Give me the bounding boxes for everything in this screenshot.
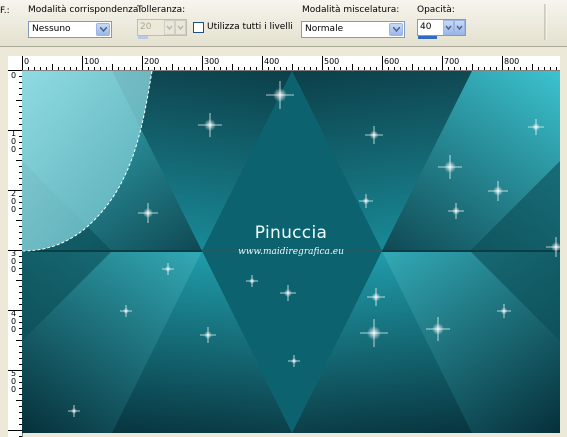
opacity-spin-buttons[interactable] [443,20,465,35]
opacity-level-bar [418,36,437,39]
match-mode-label: Modalità corrispondenza: [28,5,142,15]
image-canvas[interactable]: Pinuccia www.maidiregrafica.eu [22,71,560,433]
h-ruler-label: 500 [324,57,340,66]
watermark-title: Pinuccia [254,223,328,243]
v-ruler-label: 0 [10,71,17,80]
tolerance-level-bar [138,36,148,39]
tolerance-spin-buttons[interactable] [164,20,186,35]
h-ruler-label: 0 [24,57,30,66]
h-ruler-label: 600 [384,57,400,66]
match-mode-value: Nessuno [32,24,71,34]
spin-down-icon[interactable] [164,20,175,35]
v-ruler-label: 300 [10,249,17,274]
use-all-layers-checkbox[interactable] [193,22,204,33]
h-ruler-label: 700 [444,57,460,66]
h-ruler-label: 100 [84,57,100,66]
match-mode-select[interactable]: Nessuno [28,21,112,38]
use-all-layers-label: Utilizza tutti i livelli [207,22,293,32]
opacity-label: Opacità: [417,5,455,15]
chevron-down-icon[interactable] [96,23,110,36]
blend-mode-label: Modalità miscelatura: [302,5,400,15]
opacity-value: 40 [420,22,432,32]
tolerance-value: 20 [140,22,152,32]
chevron-down-icon[interactable] [454,20,465,35]
v-ruler-label: 100 [10,129,17,154]
horizontal-ruler: 0 100 200 300 400 500 600 700 800 [8,56,560,71]
tolerance-spinner[interactable]: 20 [137,19,187,39]
v-ruler-label: 500 [10,369,17,394]
h-ruler-label: 300 [204,57,220,66]
h-ruler-label: 200 [144,57,160,66]
h-ruler-label: 400 [264,57,280,66]
spin-down-icon[interactable] [443,20,454,35]
toolbar-overflow-icon[interactable] [544,4,553,40]
opacity-spinner[interactable]: 40 [417,19,466,39]
toolbar-grip-label: F.: [0,6,10,16]
tolerance-label: Tolleranza: [137,5,186,15]
h-ruler-label: 800 [504,57,520,66]
v-ruler-label: 200 [10,189,17,214]
v-ruler-label: 400 [10,309,17,334]
blend-mode-select[interactable]: Normale [301,21,405,38]
watermark-url: www.maidiregrafica.eu [238,247,344,257]
tool-options-bar: F.: Modalità corrispondenza: Nessuno Tol… [0,0,567,47]
vertical-ruler: 0 100 200 300 400 500 [8,70,23,437]
blend-mode-value: Normale [305,24,344,34]
chevron-down-icon[interactable] [175,20,186,35]
chevron-down-icon[interactable] [389,23,403,36]
